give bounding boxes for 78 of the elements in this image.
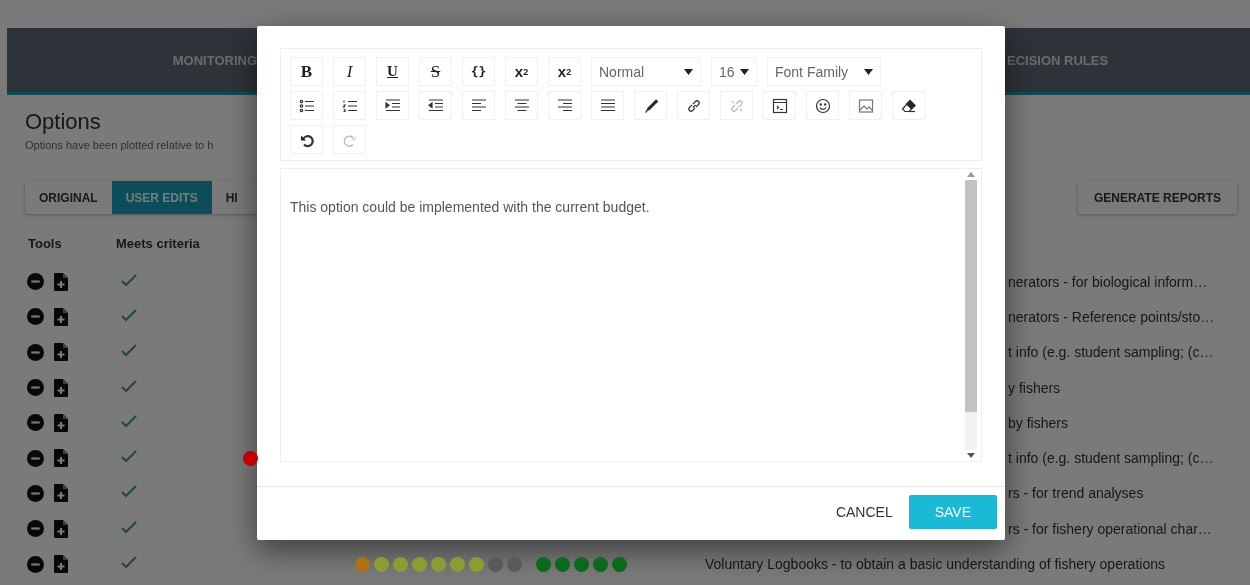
undo-button[interactable] [290,125,323,154]
tab[interactable]: HI [211,181,252,214]
superscript-button[interactable]: x$^{2}$ [505,57,538,86]
page-subtitle: Options have been plotted relative to h [25,139,214,151]
strikethrough-button[interactable]: S [419,57,452,86]
pencil-button[interactable] [634,91,667,120]
file-plus-icon[interactable] [54,413,68,432]
generate-reports-button[interactable]: GENERATE REPORTS [1077,181,1237,214]
dropdown[interactable]: 16 [711,57,757,86]
file-plus-icon[interactable] [54,484,68,503]
file-plus-icon[interactable] [54,378,68,397]
align-right-button[interactable] [548,91,581,120]
justify-icon [599,97,616,114]
align-left-button[interactable] [462,91,495,120]
minus-circle-icon[interactable] [27,343,44,361]
tab[interactable]: ORIGINAL [25,181,112,214]
justify-button[interactable] [591,91,624,120]
outdent-button[interactable] [419,91,452,120]
image-button[interactable] [849,91,882,120]
option-description: nerators - for biological inform… [1008,273,1208,290]
file-plus-icon[interactable] [54,272,68,291]
eraser-icon [900,97,917,114]
file-plus-icon[interactable] [54,449,68,468]
option-description: rs - for trend analyses [1008,485,1144,502]
link-icon [685,97,702,114]
eraser-button[interactable] [892,91,925,120]
minus-circle-icon[interactable] [27,414,44,432]
code-block-button[interactable] [763,91,796,120]
column-header: Meets criteria [116,236,200,253]
minus-circle-icon[interactable] [27,308,44,326]
option-description: rs - for fishery operational char… [1008,520,1212,537]
minus-circle-icon[interactable] [27,484,44,502]
dropdown[interactable]: Normal [591,57,701,86]
scrollbar-thumb[interactable] [965,180,977,412]
file-plus-icon[interactable] [54,555,68,573]
option-description: t info (e.g. student sampling; (c… [1008,450,1214,467]
dropdown[interactable]: Font Family [767,57,881,86]
smiley-icon [814,97,831,114]
option-description: by fishers [1008,414,1068,431]
option-description: nerators - Reference points/sto… [1008,308,1215,325]
bullet-list-button[interactable] [290,91,323,120]
file-plus-icon[interactable] [54,343,68,362]
indent-icon [384,97,401,114]
option-description: t info (e.g. student sampling; (c… [1008,344,1214,361]
file-plus-icon[interactable] [54,307,68,326]
minus-circle-icon[interactable] [27,273,44,291]
smiley-button[interactable] [806,91,839,120]
numbered-list-button[interactable] [333,91,366,120]
caret-icon [864,68,873,75]
minus-circle-icon[interactable] [27,379,44,397]
page-title: Options [25,109,102,135]
scroll-up-icon[interactable] [967,172,975,177]
minus-circle-icon[interactable] [27,449,44,467]
code-button[interactable]: {} [462,57,495,86]
minus-circle-icon[interactable] [27,520,44,538]
code-block-icon [771,97,788,114]
file-plus-icon[interactable] [54,519,68,538]
indent-button[interactable] [376,91,409,120]
bullet-list-icon [298,97,315,114]
underline-button[interactable]: U [376,57,409,86]
align-center-icon [513,97,530,114]
italic-button[interactable]: I [333,57,366,86]
align-left-icon [470,97,487,114]
option-description: y fishers [1008,379,1061,396]
column-header: Tools [27,236,63,253]
image-icon [857,97,874,114]
unlink-icon [728,97,745,114]
align-right-icon [556,97,573,114]
minus-circle-icon[interactable] [27,555,44,573]
bold-button[interactable]: B [290,57,323,86]
align-center-button[interactable] [505,91,538,120]
scroll-down-icon[interactable] [967,453,975,458]
link-button[interactable] [677,91,710,120]
text-editor[interactable]: This option could be implemented with the current budget. [280,168,982,462]
outdent-icon [427,97,444,114]
caret-icon [740,68,749,75]
caret-icon [684,68,693,75]
option-description: Voluntary Logbooks - to obtain a basic understanding of fishery operations [705,556,1165,572]
